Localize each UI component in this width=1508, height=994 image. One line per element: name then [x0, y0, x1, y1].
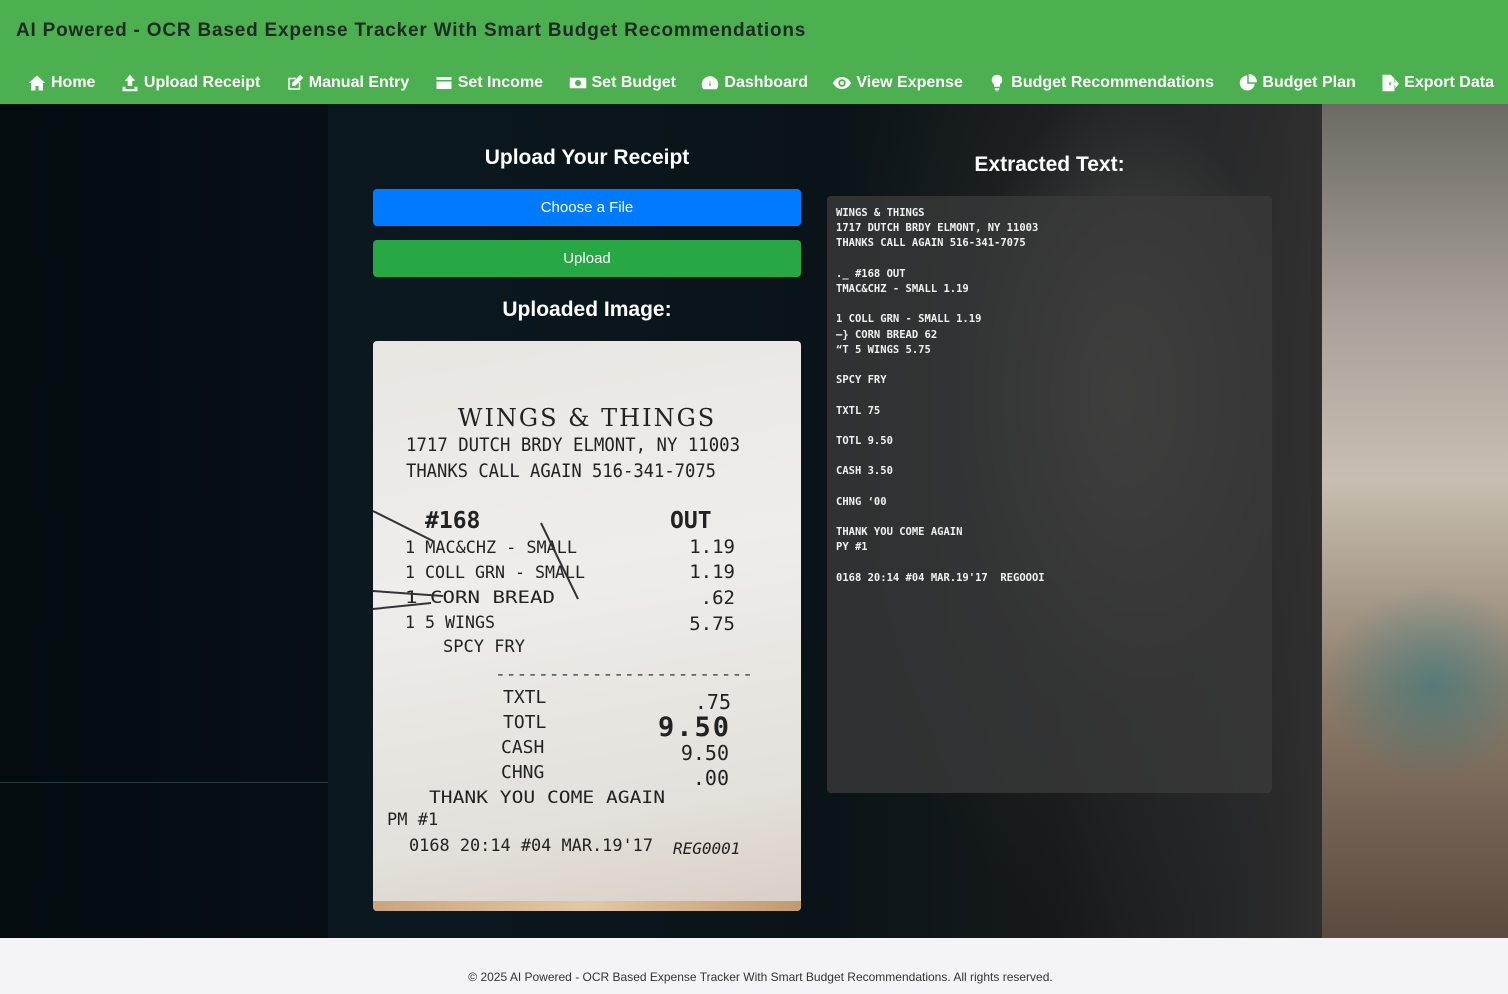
file-export-icon: [1382, 74, 1400, 92]
wallet-icon: [436, 77, 452, 89]
nav-dashboard[interactable]: Dashboard: [701, 74, 808, 92]
receipt-register: REG0001: [673, 839, 740, 858]
extracted-text-title: Extracted Text:: [974, 153, 1125, 176]
background-accent: [1322, 584, 1508, 784]
nav-set-income[interactable]: Set Income: [435, 74, 543, 92]
receipt-order-type: OUT: [670, 508, 712, 534]
receipt-total-value: .00: [693, 766, 729, 790]
app-title: AI Powered - OCR Based Expense Tracker W…: [16, 20, 807, 41]
receipt-thank-you: THANK YOU COME AGAIN: [429, 788, 665, 808]
upload-button[interactable]: Upload: [373, 240, 801, 277]
uploaded-image-title: Uploaded Image:: [502, 298, 672, 321]
receipt-total-label: TOTL: [503, 712, 547, 733]
receipt-total-value: .75: [695, 690, 731, 714]
receipt-total-value: 9.50: [681, 741, 729, 765]
nav-budget-plan-label: Budget Plan: [1262, 74, 1356, 91]
receipt-divider: ------------------------: [495, 667, 753, 683]
receipt-item-name: 1 CORN BREAD: [405, 588, 555, 608]
extracted-text: WINGS & THINGS 1717 DUTCH BRDY ELMONT, N…: [836, 207, 1045, 584]
nav-upload-receipt[interactable]: Upload Receipt: [121, 74, 260, 92]
receipt-total-value: 9.50: [658, 712, 731, 743]
receipt-total-label: CASH: [501, 737, 544, 758]
nav-set-budget[interactable]: Set Budget: [569, 74, 676, 92]
nav-set-income-label: Set Income: [457, 74, 544, 91]
nav-view-expense-label: View Expense: [856, 74, 963, 91]
background-photo-edge: [1322, 104, 1508, 938]
nav-view-expense[interactable]: View Expense: [833, 74, 963, 92]
page-footer: © 2025 AI Powered - OCR Based Expense Tr…: [0, 938, 1508, 994]
receipt-total-label: CHNG: [501, 762, 544, 783]
choose-file-button[interactable]: Choose a File: [373, 189, 801, 226]
nav-home[interactable]: Home: [28, 74, 95, 92]
nav-set-budget-label: Set Budget: [591, 74, 676, 91]
receipt-address: 1717 DUTCH BRDY ELMONT, NY 11003: [406, 434, 740, 456]
main-nav: Home Upload Receipt Manual Entry Set Inc…: [0, 68, 1508, 98]
edit-icon: [288, 74, 304, 90]
nav-budget-plan[interactable]: Budget Plan: [1239, 74, 1356, 92]
nav-dashboard-label: Dashboard: [724, 74, 808, 91]
receipt-edge: [373, 901, 801, 911]
nav-export-data[interactable]: Export Data: [1381, 74, 1494, 92]
nav-export-data-label: Export Data: [1404, 74, 1494, 91]
footer-text: © 2025 AI Powered - OCR Based Expense Tr…: [468, 970, 1053, 984]
receipt-pm: PM #1: [387, 810, 438, 830]
extracted-text-box: WINGS & THINGS 1717 DUTCH BRDY ELMONT, N…: [827, 196, 1272, 793]
lightbulb-icon: [992, 74, 1003, 92]
pie-chart-icon: [1240, 74, 1258, 91]
uploaded-receipt-image: WINGS & THINGS 1717 DUTCH BRDY ELMONT, N…: [373, 341, 801, 911]
receipt-thanks: THANKS CALL AGAIN 516-341-7075: [406, 460, 716, 482]
eye-icon: [833, 77, 852, 89]
receipt-item-price: 5.75: [689, 613, 735, 635]
receipt-item-price: .62: [701, 587, 735, 609]
background-divider: [0, 782, 328, 783]
nav-manual-entry-label: Manual Entry: [308, 74, 410, 91]
money-icon: [569, 77, 586, 89]
upload-title: Upload Your Receipt: [484, 146, 690, 169]
nav-budget-recommendations-label: Budget Recommendations: [1011, 74, 1214, 91]
nav-upload-receipt-label: Upload Receipt: [143, 74, 261, 91]
nav-budget-recommendations[interactable]: Budget Recommendations: [988, 74, 1214, 92]
upload-icon: [122, 74, 138, 92]
receipt-store: WINGS & THINGS: [458, 404, 716, 432]
background-shade: [0, 104, 328, 938]
nav-manual-entry[interactable]: Manual Entry: [286, 74, 409, 92]
receipt-order: #168: [425, 508, 480, 534]
receipt-item-price: 1.19: [689, 561, 735, 583]
gauge-icon: [702, 76, 719, 90]
receipt-item-price: 1.19: [689, 536, 735, 558]
receipt-total-label: TXTL: [503, 687, 547, 708]
app-header: AI Powered - OCR Based Expense Tracker W…: [0, 0, 1508, 104]
receipt-item-name: SPCY FRY: [443, 637, 525, 657]
nav-home-label: Home: [51, 74, 96, 91]
receipt-item-name: 1 COLL GRN - SMALL: [405, 563, 585, 583]
receipt-footer-line: 0168 20:14 #04 MAR.19'17: [409, 836, 653, 856]
receipt-item-name: 1 5 WINGS: [405, 613, 495, 633]
home-icon: [28, 75, 46, 91]
